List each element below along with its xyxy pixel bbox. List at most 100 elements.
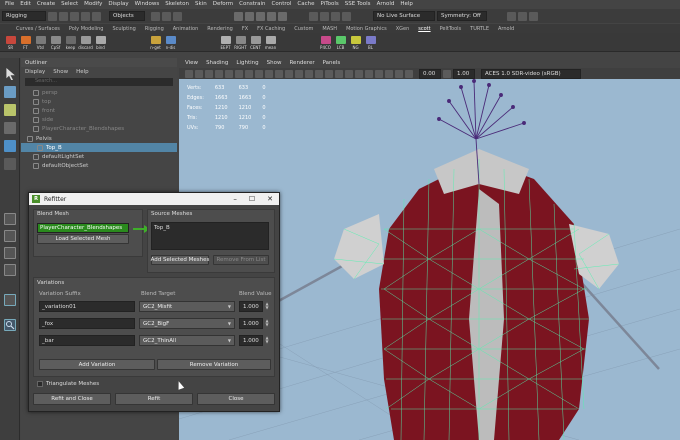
outliner-menu-item[interactable]: Show [53, 69, 68, 75]
selection-mode-dropdown[interactable]: Objects [109, 11, 145, 21]
render-settings-icon[interactable] [331, 11, 340, 21]
layout-icon[interactable] [4, 264, 16, 276]
colorspace-dropdown[interactable]: ACES 1.0 SDR-video (sRGB) [481, 68, 581, 79]
bookmark-icon[interactable] [205, 69, 213, 78]
render-icon[interactable] [309, 11, 318, 21]
gamma-field[interactable]: 1.00 [453, 68, 475, 79]
menu-item[interactable]: Display [108, 1, 128, 7]
shelf-button[interactable]: n-dis [164, 36, 177, 50]
outliner-row[interactable]: persp [21, 88, 177, 97]
open-scene-icon[interactable] [59, 11, 68, 21]
ipr-render-icon[interactable] [320, 11, 329, 21]
undo-icon[interactable] [81, 11, 90, 21]
persp-outliner-icon[interactable] [4, 247, 16, 259]
shelf-tab[interactable]: PeltTools [440, 26, 462, 32]
menu-item[interactable]: Deform [213, 1, 233, 7]
shelf-tab[interactable]: XGen [396, 26, 410, 32]
menu-item[interactable]: Help [400, 1, 413, 7]
source-mesh-item[interactable]: Top_B [154, 225, 170, 231]
tool-settings-icon[interactable] [529, 11, 538, 21]
blend-target-dropdown[interactable]: GC2_BigF [139, 318, 235, 329]
viewport-menu-item[interactable]: Shading [206, 60, 228, 66]
viewport-menu-item[interactable]: Renderer [289, 60, 314, 66]
field-chart-icon[interactable] [265, 69, 273, 78]
shadows-icon[interactable] [335, 69, 343, 78]
single-view-icon[interactable] [4, 213, 16, 225]
film-gate-icon[interactable] [235, 69, 243, 78]
outliner-row[interactable]: Pelvis [21, 134, 177, 143]
blend-target-dropdown[interactable]: GC2_Misfit [139, 301, 235, 312]
resolution-gate-icon[interactable] [245, 69, 253, 78]
shelf-tab[interactable]: Sculpting [112, 26, 135, 32]
symmetry-dropdown[interactable]: Symmetry: Off [437, 11, 487, 21]
shelf-button[interactable]: RIGHT [234, 36, 247, 50]
outliner-row[interactable]: defaultLightSet [21, 152, 177, 161]
safe-title-icon[interactable] [285, 69, 293, 78]
exposure-field[interactable]: 0.00 [419, 68, 441, 79]
shelf-button[interactable]: CENT [249, 36, 262, 50]
outliner-row[interactable]: side [21, 116, 177, 125]
select-hierarchy-icon[interactable] [151, 11, 160, 21]
shelf-tab[interactable]: Animation [173, 26, 199, 32]
snap-view-icon[interactable] [267, 11, 276, 21]
menu-item[interactable]: Skeleton [165, 1, 189, 7]
refit-button[interactable]: Refit [115, 393, 193, 405]
shelf-button[interactable]: Vtsl [34, 36, 47, 50]
hypershade-icon[interactable] [342, 11, 351, 21]
shelf-button[interactable]: SR [4, 36, 17, 50]
menu-item[interactable]: Edit [20, 1, 31, 7]
camera-icon[interactable] [185, 69, 193, 78]
move-tool-icon[interactable] [4, 122, 16, 134]
shelf-tab[interactable]: Poly Modeling [69, 26, 104, 32]
ao-icon[interactable] [345, 69, 353, 78]
new-scene-icon[interactable] [48, 11, 57, 21]
snap-point-icon[interactable] [256, 11, 265, 21]
isolate-icon[interactable] [375, 69, 383, 78]
spin-arrows-icon[interactable]: ▲ ▼ [264, 336, 270, 344]
textured-icon[interactable] [315, 69, 323, 78]
maximize-icon[interactable]: ☐ [249, 195, 255, 203]
viewport-menu-item[interactable]: Panels [323, 60, 341, 66]
menu-item[interactable]: Windows [135, 1, 160, 7]
close-window-icon[interactable]: ✕ [267, 195, 273, 203]
shelf-button[interactable]: discard [78, 36, 93, 50]
attribute-editor-icon[interactable] [518, 11, 527, 21]
shelf-tab[interactable]: Rendering [207, 26, 233, 32]
xray-active-icon[interactable] [405, 69, 413, 78]
menu-item[interactable]: Constrain [239, 1, 265, 7]
outliner-row[interactable]: defaultObjectSet [21, 162, 177, 171]
select-component-icon[interactable] [173, 11, 182, 21]
spin-arrows-icon[interactable]: ▲ ▼ [264, 302, 270, 310]
shelf-tab[interactable]: FX [242, 26, 248, 32]
paint-select-icon[interactable] [4, 104, 16, 116]
snap-grid-icon[interactable] [234, 11, 243, 21]
camera-attr-icon[interactable] [195, 69, 203, 78]
triangulate-checkbox[interactable] [37, 381, 43, 387]
outliner-search-input[interactable]: Search... [25, 78, 173, 86]
gate-mask-icon[interactable] [255, 69, 263, 78]
viewport-menu-item[interactable]: View [185, 60, 198, 66]
outliner-row[interactable]: front [21, 106, 177, 115]
blend-value-spinbox[interactable]: 1.000 [239, 335, 263, 346]
source-meshes-list[interactable]: Top_B [151, 222, 269, 250]
wireframe-icon[interactable] [295, 69, 303, 78]
save-scene-icon[interactable] [70, 11, 79, 21]
menu-item[interactable]: Create [37, 1, 55, 7]
shelf-tab[interactable]: TURTLE [470, 26, 489, 32]
dof-icon[interactable] [365, 69, 373, 78]
variation-suffix-field[interactable]: _variation01 [39, 301, 135, 312]
outliner-row[interactable]: Top_B [21, 143, 177, 153]
live-surface-field[interactable]: No Live Surface [373, 11, 435, 21]
blend-value-spinbox[interactable]: 1.000 [239, 301, 263, 312]
menu-item[interactable]: File [5, 1, 14, 7]
safe-action-icon[interactable] [275, 69, 283, 78]
menu-item[interactable]: SSE Tools [345, 1, 371, 7]
menu-item[interactable]: Control [272, 1, 292, 7]
menu-item[interactable]: Arnold [377, 1, 395, 7]
rotate-tool-icon[interactable] [4, 140, 16, 152]
gamma-icon[interactable] [443, 69, 451, 78]
outliner-row[interactable]: PlayerCharacter_Blendshapes [21, 125, 177, 134]
four-view-icon[interactable] [4, 230, 16, 242]
close-button[interactable]: Close [197, 393, 275, 405]
layout-b-icon[interactable] [4, 294, 16, 306]
